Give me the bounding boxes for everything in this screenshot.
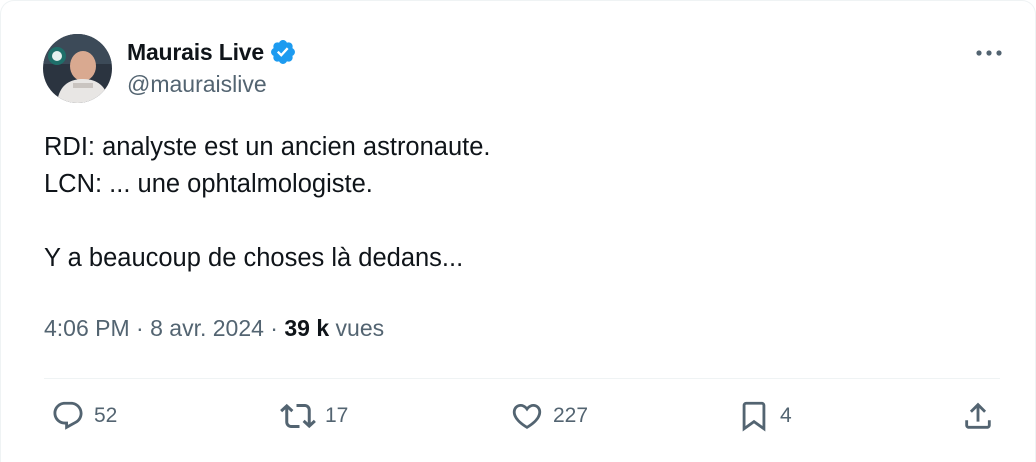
bookmark-count: 4 bbox=[780, 404, 792, 427]
more-options-icon[interactable] bbox=[973, 39, 1005, 67]
reply-icon bbox=[53, 401, 83, 430]
bookmark-icon bbox=[742, 401, 766, 432]
views-count[interactable]: 39 k bbox=[284, 315, 329, 342]
tweet-time[interactable]: 4:06 PM bbox=[44, 315, 130, 342]
action-bar: 52 17 227 4 bbox=[51, 396, 995, 436]
meta-separator: · bbox=[263, 315, 285, 341]
tweet-meta: 4:06 PM · 8 avr. 2024 · 39 k vues bbox=[44, 315, 384, 342]
avatar[interactable] bbox=[43, 34, 112, 103]
tweet-date[interactable]: 8 avr. 2024 bbox=[150, 315, 264, 342]
author-name-row: Maurais Live bbox=[127, 36, 297, 68]
like-button[interactable]: 227 bbox=[510, 396, 588, 436]
retweet-button[interactable]: 17 bbox=[280, 396, 348, 436]
tweet-line-blank bbox=[44, 203, 984, 240]
author-handle[interactable]: @mauraislive bbox=[127, 71, 267, 98]
share-button[interactable] bbox=[961, 396, 995, 436]
tweet-line: Y a beaucoup de choses là dedans... bbox=[44, 244, 464, 272]
reply-button[interactable]: 52 bbox=[51, 396, 117, 436]
meta-separator: · bbox=[129, 315, 151, 341]
reply-count: 52 bbox=[94, 404, 118, 427]
divider bbox=[44, 378, 1000, 379]
tweet-line: LCN: ... une ophtalmologiste. bbox=[44, 170, 373, 198]
tweet-text: RDI: analyste est un ancien astronaute. … bbox=[44, 129, 984, 277]
views-label: vues bbox=[329, 315, 385, 341]
like-count: 227 bbox=[553, 404, 589, 427]
bookmark-button[interactable]: 4 bbox=[737, 396, 792, 436]
retweet-icon bbox=[280, 403, 316, 429]
tweet-line: RDI: analyste est un ancien astronaute. bbox=[44, 133, 491, 161]
avatar-image bbox=[43, 34, 112, 103]
retweet-count: 17 bbox=[325, 404, 349, 427]
tweet-card: Maurais Live @mauraislive RDI: analyste … bbox=[0, 0, 1036, 462]
heart-icon bbox=[512, 403, 542, 429]
verified-badge-icon[interactable] bbox=[269, 38, 297, 66]
share-icon bbox=[965, 402, 991, 429]
author-display-name[interactable]: Maurais Live bbox=[127, 39, 264, 66]
